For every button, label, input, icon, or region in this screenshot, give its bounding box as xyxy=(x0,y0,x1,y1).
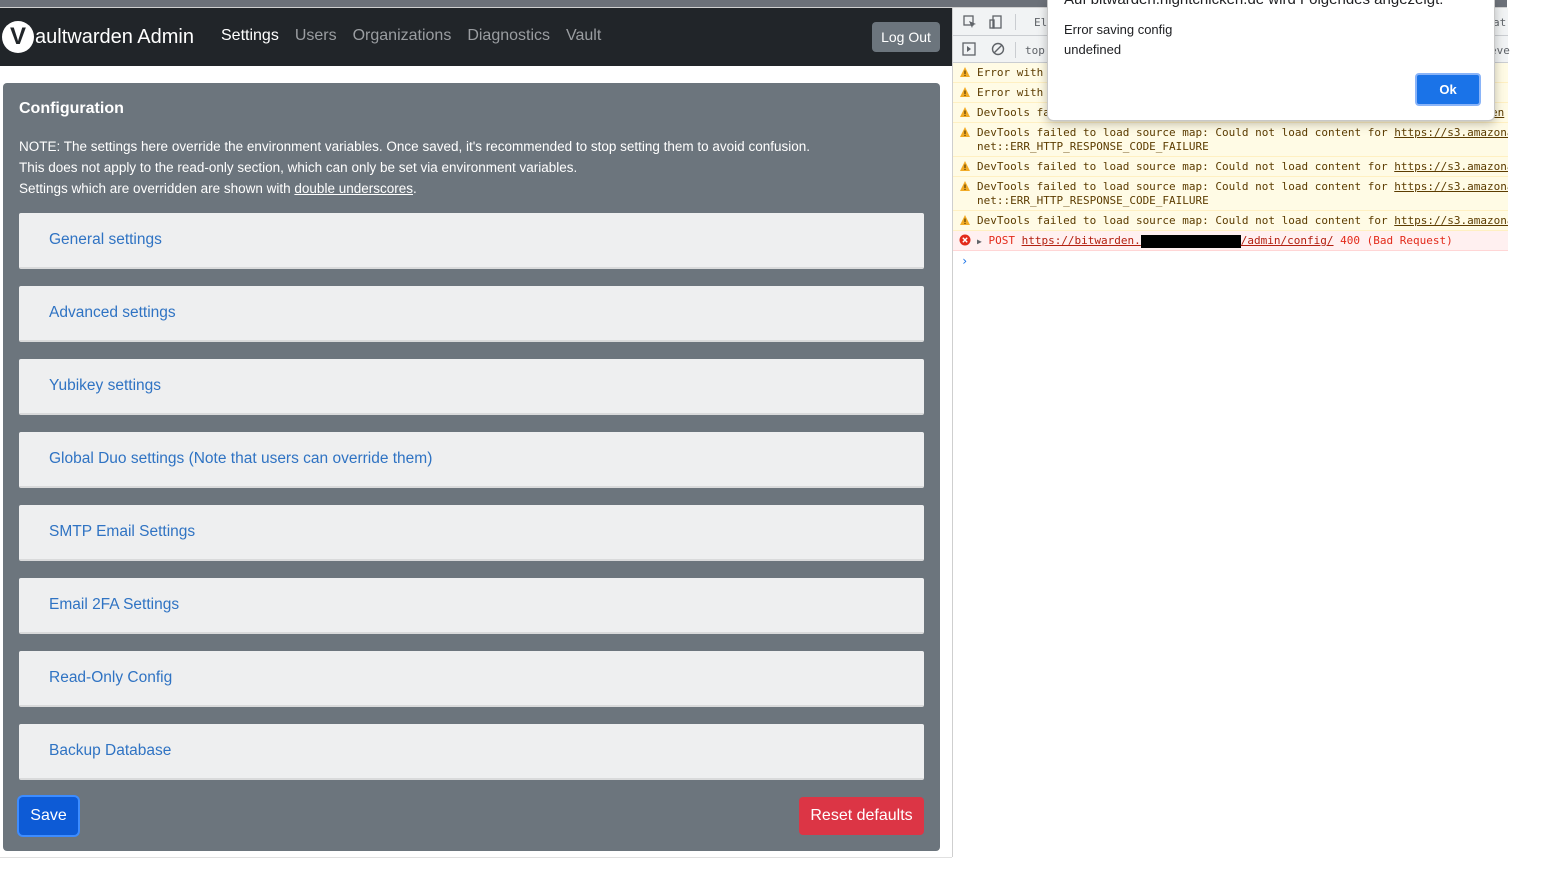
warning-icon xyxy=(960,107,970,117)
console-warning: DevTools failed to load source map: Coul… xyxy=(953,123,1508,157)
log-link[interactable]: https://s3.amazona xyxy=(1394,160,1508,173)
console-prompt-icon[interactable]: › xyxy=(961,254,968,268)
warning-icon xyxy=(960,87,970,97)
warning-icon xyxy=(960,67,970,77)
devtools-panel: Ele at top eve Error with Error with Dev… xyxy=(952,8,1510,857)
warning-icon xyxy=(960,181,970,191)
brand[interactable]: V aultwarden Admin xyxy=(2,18,194,56)
note-line-2: This does not apply to the read-only sec… xyxy=(19,160,578,175)
log-text: DevTools failed to load source map: Coul… xyxy=(977,214,1395,227)
section-email-2fa-settings[interactable]: Email 2FA Settings xyxy=(19,578,924,634)
log-text: Error with xyxy=(977,66,1044,79)
console-warning: DevTools failed to load source map: Coul… xyxy=(953,211,1508,231)
warning-icon xyxy=(960,161,970,171)
note-line-1: NOTE: The settings here override the env… xyxy=(19,139,810,154)
save-button[interactable]: Save xyxy=(19,797,78,835)
double-underscores-example: double underscores xyxy=(294,181,413,196)
section-general-settings[interactable]: General settings xyxy=(19,213,924,269)
note-line-3: Settings which are overridden are shown … xyxy=(19,178,810,199)
show-sidebar-icon[interactable] xyxy=(961,41,977,57)
log-link[interactable]: https://s3.amazona xyxy=(1394,126,1508,139)
clear-console-icon[interactable] xyxy=(990,41,1006,57)
toolbar-divider-2 xyxy=(1015,42,1016,58)
section-global-duo-settings[interactable]: Global Duo settings (Note that users can… xyxy=(19,432,924,488)
dialog-message: Error saving config undefined xyxy=(1064,20,1172,60)
configuration-card: Configuration NOTE: The settings here ov… xyxy=(3,83,940,851)
nav-link-vault[interactable]: Vault xyxy=(566,27,601,45)
vaultwarden-admin-app: V aultwarden Admin Settings Users Organi… xyxy=(0,8,952,857)
section-yubikey-settings[interactable]: Yubikey settings xyxy=(19,359,924,415)
nav-link-diagnostics[interactable]: Diagnostics xyxy=(467,27,550,45)
dialog-message-line2: undefined xyxy=(1064,42,1122,57)
log-text: DevTools fa xyxy=(977,106,1050,119)
alert-dialog: Auf bitwarden.nightchicken.de wird Folge… xyxy=(1047,0,1495,121)
nav-link-organizations[interactable]: Organizations xyxy=(353,27,452,45)
context-selector[interactable]: top xyxy=(1025,44,1045,57)
log-text: DevTools failed to load source map: Coul… xyxy=(977,160,1395,173)
dialog-message-line1: Error saving config xyxy=(1064,22,1173,37)
console-warning: DevTools failed to load source map: Coul… xyxy=(953,177,1508,211)
dialog-header: Auf bitwarden.nightchicken.de wird Folge… xyxy=(1064,0,1443,8)
nav-links: Settings Users Organizations Diagnostics… xyxy=(221,27,617,45)
nav-link-users[interactable]: Users xyxy=(295,27,337,45)
section-backup-database[interactable]: Backup Database xyxy=(19,724,924,780)
brand-title: aultwarden Admin xyxy=(35,25,194,48)
log-text-line2: net::ERR_HTTP_RESPONSE_CODE_FAILURE xyxy=(977,194,1209,207)
navbar: V aultwarden Admin Settings Users Organi… xyxy=(0,8,952,66)
configuration-title: Configuration xyxy=(19,100,124,117)
configuration-note: NOTE: The settings here override the env… xyxy=(19,136,810,199)
error-method: POST xyxy=(988,234,1015,247)
console-warning: DevTools failed to load source map: Coul… xyxy=(953,157,1508,177)
error-url-prefix[interactable]: https://bitwarden. xyxy=(1022,234,1141,247)
console-error: ▶ POST https://bitwarden./admin/config/ … xyxy=(953,231,1508,251)
log-text-line2: net::ERR_HTTP_RESPONSE_CODE_FAILURE xyxy=(977,140,1209,153)
device-toolbar-icon[interactable] xyxy=(988,14,1004,30)
dialog-ok-button[interactable]: Ok xyxy=(1415,73,1481,106)
note-line-3-suffix: . xyxy=(413,181,417,196)
vaultwarden-logo-icon: V xyxy=(2,21,34,53)
error-url-suffix[interactable]: /admin/config/ xyxy=(1241,234,1334,247)
section-smtp-email-settings[interactable]: SMTP Email Settings xyxy=(19,505,924,561)
error-status: 400 (Bad Request) xyxy=(1340,234,1453,247)
reset-defaults-button[interactable]: Reset defaults xyxy=(799,797,924,835)
inspect-element-icon[interactable] xyxy=(962,14,978,30)
warning-icon xyxy=(960,215,970,225)
log-link[interactable]: https://s3.amazona xyxy=(1394,214,1508,227)
logout-button[interactable]: Log Out xyxy=(872,22,940,52)
section-read-only-config[interactable]: Read-Only Config xyxy=(19,651,924,707)
log-text: DevTools failed to load source map: Coul… xyxy=(977,180,1395,193)
error-icon xyxy=(959,234,971,246)
warning-icon xyxy=(960,127,970,137)
page-bottom-divider xyxy=(0,857,952,858)
expand-triangle-icon[interactable]: ▶ xyxy=(977,237,982,246)
logo-letter: V xyxy=(9,23,26,50)
nav-link-settings[interactable]: Settings xyxy=(221,27,279,45)
section-advanced-settings[interactable]: Advanced settings xyxy=(19,286,924,342)
log-text: Error with xyxy=(977,86,1044,99)
redacted-block xyxy=(1140,234,1241,248)
toolbar-divider xyxy=(1015,14,1016,30)
note-line-3-prefix: Settings which are overridden are shown … xyxy=(19,181,295,196)
log-link[interactable]: https://s3.amazona xyxy=(1394,180,1508,193)
log-text: DevTools failed to load source map: Coul… xyxy=(977,126,1395,139)
